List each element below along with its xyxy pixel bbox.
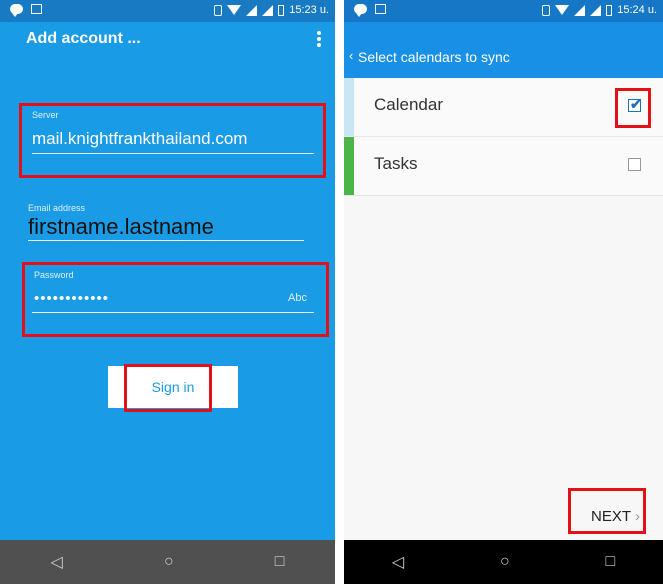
sign-in-highlight bbox=[124, 364, 212, 412]
navigation-bar: ◁ ○ □ bbox=[344, 540, 663, 584]
back-nav-icon[interactable]: ◁ bbox=[51, 552, 63, 572]
next-button-highlight bbox=[568, 488, 646, 534]
status-bar: 15:24 u. bbox=[344, 0, 663, 22]
email-input[interactable]: firstname.lastname bbox=[28, 214, 214, 240]
tasks-checkbox[interactable] bbox=[628, 158, 641, 171]
wifi-icon bbox=[555, 5, 570, 15]
navigation-bar: ◁ ○ □ bbox=[0, 540, 335, 584]
signal-icon bbox=[590, 4, 602, 16]
chat-notification-icon bbox=[354, 4, 367, 17]
status-time: 15:24 u. bbox=[617, 4, 657, 16]
calendar-row-tasks[interactable]: Tasks bbox=[344, 137, 663, 196]
wifi-icon bbox=[227, 5, 242, 15]
add-account-screen: 15:23 u. Add account ... Server mail.kni… bbox=[0, 0, 335, 584]
calendar-checkbox-highlight bbox=[615, 88, 651, 128]
password-highlight bbox=[22, 262, 329, 337]
email-underline bbox=[28, 240, 304, 241]
signal-icon bbox=[246, 4, 258, 16]
vibrate-icon bbox=[214, 4, 223, 16]
select-calendars-screen: 15:24 u. ‹ Select calendars to sync Cale… bbox=[344, 0, 663, 584]
overflow-menu-icon[interactable] bbox=[317, 31, 321, 47]
tasks-color-stripe bbox=[344, 137, 354, 195]
battery-icon bbox=[278, 4, 285, 16]
home-nav-icon[interactable]: ○ bbox=[164, 553, 174, 571]
page-title: Add account ... bbox=[26, 30, 141, 47]
recents-nav-icon[interactable]: □ bbox=[605, 553, 615, 571]
calendar-color-stripe bbox=[344, 78, 354, 136]
vibrate-icon bbox=[542, 4, 551, 16]
email-label: Email address bbox=[28, 203, 86, 213]
chat-notification-icon bbox=[10, 4, 23, 17]
image-notification-icon bbox=[31, 4, 42, 14]
battery-icon bbox=[606, 4, 613, 16]
tasks-label: Tasks bbox=[374, 154, 418, 173]
home-nav-icon[interactable]: ○ bbox=[500, 553, 510, 571]
status-time: 15:23 u. bbox=[289, 4, 329, 16]
recents-nav-icon[interactable]: □ bbox=[275, 553, 285, 571]
signal-icon bbox=[574, 4, 586, 16]
calendar-label: Calendar bbox=[374, 95, 443, 114]
server-highlight bbox=[19, 103, 326, 178]
back-nav-icon[interactable]: ◁ bbox=[392, 552, 404, 572]
image-notification-icon bbox=[375, 4, 386, 14]
status-bar: 15:23 u. bbox=[0, 0, 335, 22]
signal-icon bbox=[262, 4, 274, 16]
page-title[interactable]: Select calendars to sync bbox=[358, 49, 510, 65]
back-chevron-icon[interactable]: ‹ bbox=[349, 48, 353, 63]
